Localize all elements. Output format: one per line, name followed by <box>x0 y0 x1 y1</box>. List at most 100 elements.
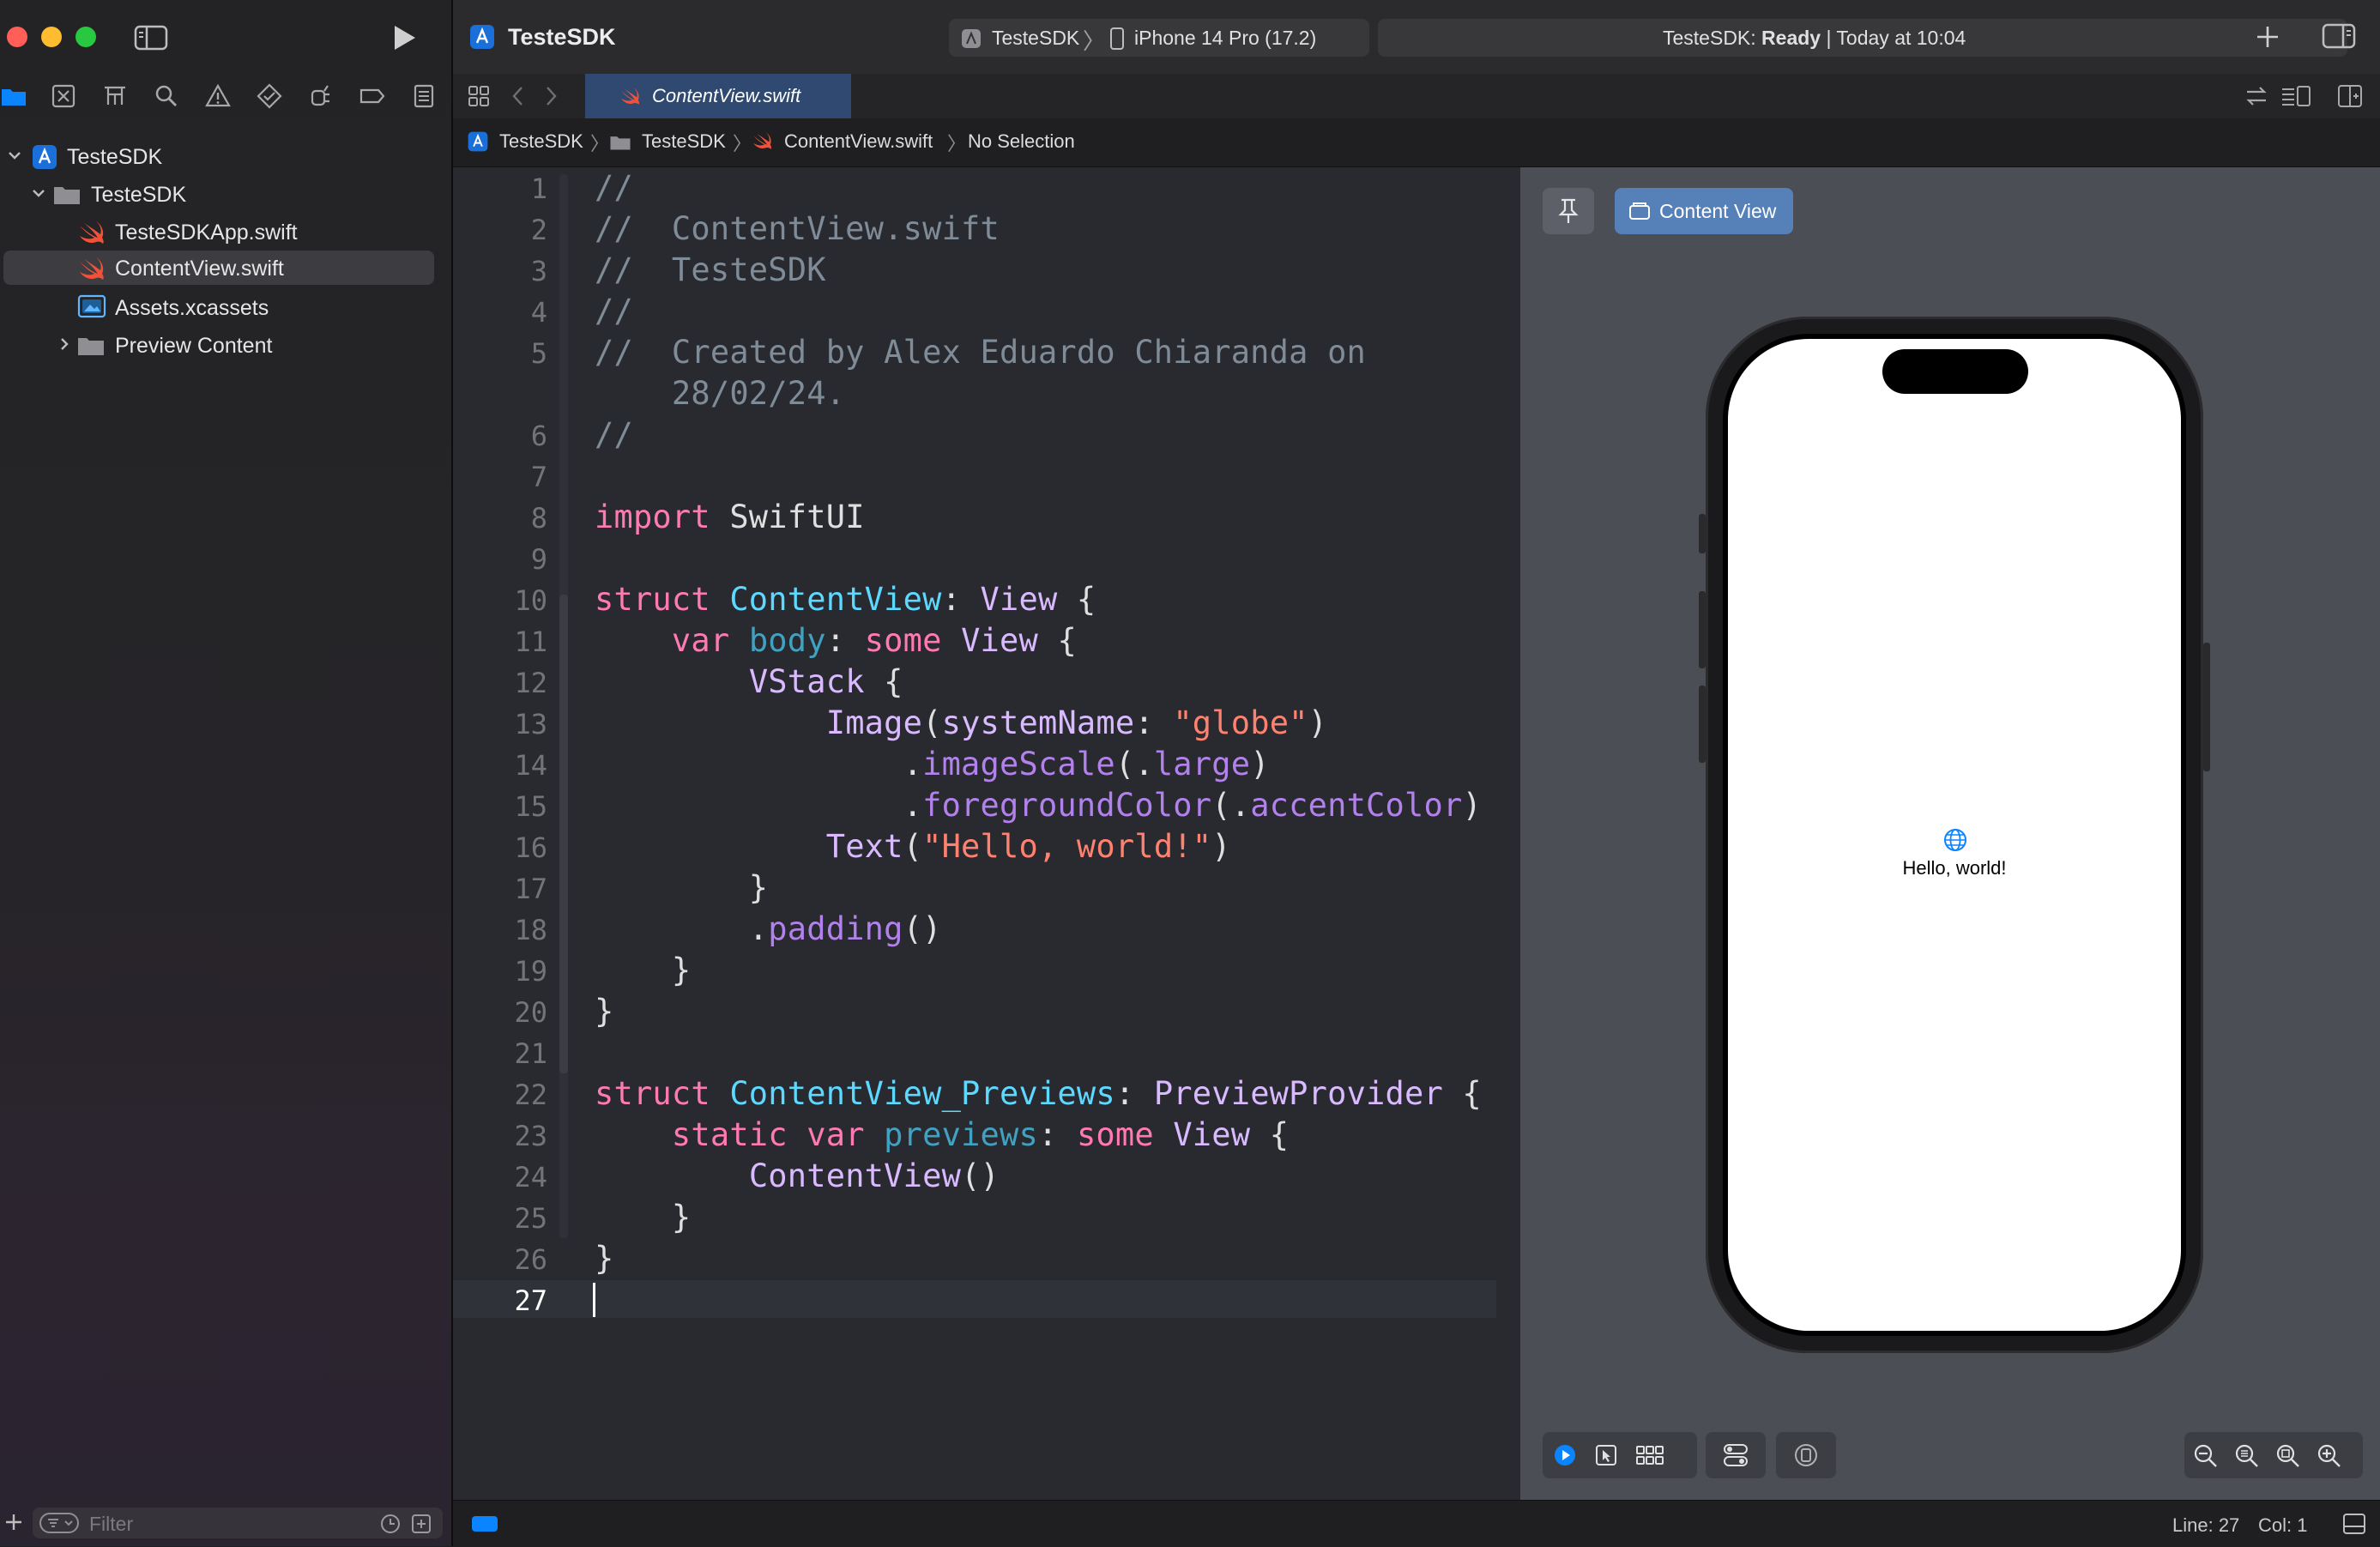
source-editor[interactable]: 1 2 3 4 5 6 7 8 9 10 11 12 13 14 15 16 1… <box>453 167 1512 1500</box>
search-icon[interactable] <box>153 82 180 110</box>
clock-icon[interactable] <box>379 1513 402 1535</box>
code-line[interactable]: static var previews: some View { <box>595 1116 1289 1153</box>
scope-icon[interactable] <box>410 1513 432 1535</box>
breadcrumb-item[interactable]: TesteSDK <box>499 130 583 153</box>
chevron-right-icon: 〉 <box>590 133 610 154</box>
code-line[interactable]: } <box>595 952 691 988</box>
tree-item-file-selected[interactable]: ContentView.swift <box>3 251 434 285</box>
code-line[interactable]: // TesteSDK <box>595 251 826 288</box>
live-preview-icon[interactable] <box>1553 1443 1577 1467</box>
line-number: 7 <box>530 461 547 493</box>
zoom-in-icon[interactable] <box>2317 1443 2342 1467</box>
debug-area-toggle-icon[interactable] <box>472 1516 498 1532</box>
selectable-mode-icon[interactable] <box>1594 1443 1618 1467</box>
code-line[interactable]: import SwiftUI <box>595 499 865 535</box>
folder-icon[interactable] <box>0 82 27 110</box>
activity-area: TesteSDK 〉 iPhone 14 Pro (17.2) TesteSDK… <box>949 19 2347 57</box>
chevron-right-icon: 〉 <box>1083 28 1106 54</box>
source-control-icon[interactable] <box>50 82 77 110</box>
debug-navigator-icon[interactable] <box>307 82 335 110</box>
code-line[interactable]: ContentView() <box>595 1157 1000 1194</box>
inspector-toggle-icon[interactable] <box>2322 22 2356 50</box>
code-line[interactable]: // ContentView.swift <box>595 210 1000 247</box>
filter-options-icon[interactable] <box>39 1513 79 1533</box>
zoom-window-button[interactable] <box>76 27 96 47</box>
code-line[interactable]: Image(systemName: "globe") <box>595 704 1327 741</box>
chevron-down-icon[interactable] <box>31 185 46 201</box>
breadcrumb-item[interactable]: No Selection <box>968 130 1075 153</box>
tab-contentview[interactable]: ContentView.swift <box>585 74 851 118</box>
run-button[interactable] <box>391 24 417 51</box>
line-number: 19 <box>514 955 547 988</box>
chevron-right-icon[interactable] <box>57 336 72 352</box>
punctuation: () <box>961 1157 1000 1194</box>
back-icon[interactable] <box>508 84 529 108</box>
line-number: 23 <box>514 1120 547 1152</box>
tree-item-project[interactable]: TesteSDK <box>0 139 446 173</box>
sidebar-toggle-icon[interactable] <box>134 24 168 51</box>
code-line[interactable]: Text("Hello, world!") <box>595 828 1231 865</box>
test-navigator-icon[interactable] <box>256 82 283 110</box>
code-line[interactable]: .foregroundColor(.accentColor) <box>595 787 1482 824</box>
zoom-out-icon[interactable] <box>2193 1443 2219 1467</box>
minimize-window-button[interactable] <box>41 27 62 47</box>
tree-item-preview-content[interactable]: Preview Content <box>0 328 446 362</box>
filter-field[interactable]: Filter <box>33 1508 443 1538</box>
add-icon[interactable] <box>3 1512 24 1532</box>
warning-icon[interactable] <box>204 82 232 110</box>
iphone-icon <box>1110 27 1124 50</box>
type-name: ContentView <box>748 1157 962 1194</box>
variants-icon[interactable] <box>1635 1443 1664 1467</box>
hello-text: Hello, world! <box>1902 857 2007 879</box>
code-line[interactable]: // <box>595 293 633 329</box>
device-screen[interactable]: Hello, world! <box>1728 339 2181 1331</box>
scheme-selector[interactable]: TesteSDK 〉 iPhone 14 Pro (17.2) <box>949 19 1369 57</box>
zoom-to-fit-icon[interactable] <box>2275 1443 2301 1467</box>
code-line[interactable]: // <box>595 416 633 453</box>
code-line[interactable]: VStack { <box>595 663 903 700</box>
type-declaration: ContentView_Previews <box>710 1075 1115 1112</box>
pin-preview-button[interactable] <box>1543 188 1594 234</box>
code-line[interactable]: struct ContentView: View { <box>595 581 1096 618</box>
code-line[interactable]: } <box>595 1199 691 1236</box>
preview-selector-button[interactable]: Content View <box>1615 188 1793 234</box>
line-number: 4 <box>530 296 547 329</box>
breakpoint-navigator-icon[interactable] <box>359 82 386 110</box>
breadcrumb-item[interactable]: TesteSDK <box>642 130 726 153</box>
code-line[interactable]: struct ContentView_Previews: PreviewProv… <box>595 1075 1482 1112</box>
close-window-button[interactable] <box>7 27 27 47</box>
tree-item-file[interactable]: TesteSDKApp.swift <box>0 215 446 249</box>
code-line[interactable]: .imageScale(.large) <box>595 746 1270 783</box>
line-number-current: 27 <box>514 1284 547 1317</box>
code-line[interactable]: .padding() <box>595 910 942 947</box>
device-settings-button[interactable] <box>1706 1432 1766 1478</box>
line-number: 22 <box>514 1079 547 1111</box>
add-icon[interactable] <box>2255 24 2280 50</box>
code-line[interactable]: // <box>595 169 633 206</box>
swap-icon[interactable] <box>2244 85 2268 107</box>
folder-icon <box>609 134 631 151</box>
panel-toggle-icon[interactable] <box>2342 1513 2366 1535</box>
line-number: 6 <box>530 420 547 452</box>
punctuation: ) <box>1308 704 1328 741</box>
code-line[interactable]: } <box>595 993 613 1030</box>
symbol-navigator-icon[interactable] <box>101 82 129 110</box>
add-editor-icon[interactable] <box>2337 84 2363 108</box>
report-navigator-icon[interactable] <box>410 82 438 110</box>
editor-options-icon[interactable] <box>2280 84 2311 108</box>
code-line[interactable]: } <box>595 869 768 906</box>
code-folding-ribbon-inner[interactable] <box>559 595 568 1073</box>
grid-icon[interactable] <box>467 84 491 108</box>
type-name: Text <box>825 828 903 865</box>
forward-icon[interactable] <box>541 84 561 108</box>
code-line[interactable]: // Created by Alex Eduardo Chiaranda on <box>595 334 1366 371</box>
code-line[interactable]: var body: some View { <box>595 622 1077 659</box>
code-line-wrapped[interactable]: 28/02/24. <box>595 375 845 412</box>
code-line[interactable]: } <box>595 1240 613 1277</box>
tree-item-group[interactable]: TesteSDK <box>0 177 446 211</box>
tree-item-assets[interactable]: Assets.xcassets <box>0 290 446 324</box>
device-variant-button[interactable] <box>1776 1432 1836 1478</box>
breadcrumb-item[interactable]: ContentView.swift <box>784 130 933 153</box>
chevron-down-icon[interactable] <box>7 148 22 163</box>
zoom-actual-size-icon[interactable] <box>2234 1443 2260 1467</box>
